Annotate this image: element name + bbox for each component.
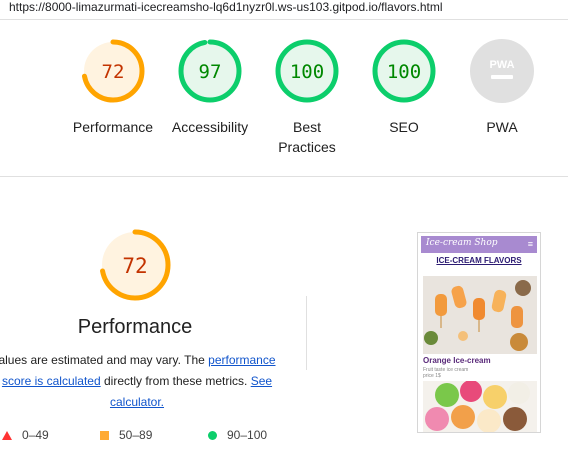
gauge-accessibility-label: Accessibility	[171, 119, 249, 135]
section-vertical-divider	[306, 296, 307, 370]
pwa-badge-bg	[470, 39, 534, 103]
gauge-performance-score: 72	[102, 61, 125, 83]
performance-big-gauge: 72	[98, 228, 172, 307]
gauge-performance-ring: 72	[81, 39, 145, 103]
gauge-best-practices-label: Best Practices	[278, 119, 336, 155]
square-icon	[100, 431, 109, 441]
performance-big-gauge-ring: 72	[99, 229, 171, 301]
gauge-accessibility[interactable]: 97 Accessibility	[155, 38, 265, 137]
thumb-brand: Ice-cream Shop	[426, 238, 498, 248]
thumb-heading: ICE-CREAM FLAVORS	[436, 256, 522, 265]
legend-fail-range: 0–49	[22, 428, 49, 442]
performance-title: Performance	[77, 316, 193, 338]
gauge-best-practices[interactable]: 100 Best Practices	[252, 38, 362, 157]
section-divider	[0, 176, 568, 177]
popsicles-image	[423, 276, 537, 354]
score-gauges: 72 Performance 97 Accessibility 100 Best…	[0, 22, 568, 172]
gauge-pwa-label: PWA	[486, 119, 518, 135]
popsicles-illustration	[423, 276, 537, 354]
gauge-performance-label: Performance	[72, 119, 154, 135]
url-text[interactable]: https://8000-limazurmati-icecreamsho-lq6…	[9, 0, 443, 14]
gauge-seo-ring: 100	[372, 39, 436, 103]
address-bar[interactable]: https://8000-limazurmati-icecreamsho-lq6…	[0, 0, 568, 20]
final-screenshot-thumbnail[interactable]: Ice-cream Shop ≡ ICE-CREAM FLAVORS Orang…	[417, 232, 541, 433]
legend-average-range: 50–89	[119, 428, 153, 442]
thumb-menu-icon: ≡	[527, 239, 533, 249]
gauge-best-practices-ring: 100	[275, 39, 339, 103]
gauge-accessibility-ring: 97	[178, 39, 242, 103]
performance-description: alues are estimated and may vary. The pe…	[0, 350, 282, 413]
ice-cream-scoops-image	[423, 381, 537, 432]
gauge-seo-score: 100	[387, 61, 421, 83]
pwa-badge-text: PWA	[489, 59, 514, 71]
gauge-best-practices-score: 100	[290, 61, 324, 83]
gauge-accessibility-score: 97	[199, 61, 222, 83]
performance-section: 72 Performance alues are estimated and m…	[0, 178, 568, 469]
legend-fail: 0–49	[2, 428, 49, 442]
performance-desc-text-2: directly from these metrics.	[100, 374, 251, 388]
pwa-badge-icon: PWA	[470, 39, 534, 103]
gauge-seo[interactable]: 100 SEO	[349, 38, 459, 137]
performance-desc-text-1: alues are estimated and may vary. The	[0, 353, 209, 367]
thumb-caption: Orange Ice-cream	[423, 356, 491, 365]
legend-pass-range: 90–100	[227, 428, 268, 442]
circle-icon	[208, 431, 217, 441]
gauge-seo-label: SEO	[389, 119, 419, 135]
legend-average: 50–89	[100, 428, 152, 442]
legend-pass: 90–100	[208, 428, 267, 442]
gauge-performance[interactable]: 72 Performance	[58, 38, 168, 137]
triangle-icon	[2, 431, 12, 441]
pwa-badge-bar	[491, 75, 513, 79]
ice-cream-scoops-illustration	[423, 381, 537, 432]
performance-big-score: 72	[122, 254, 147, 278]
thumb-header: Ice-cream Shop ≡	[421, 236, 537, 253]
gauge-pwa[interactable]: PWA PWA	[447, 38, 557, 137]
thumb-small-text-2: price 1$	[423, 373, 441, 379]
